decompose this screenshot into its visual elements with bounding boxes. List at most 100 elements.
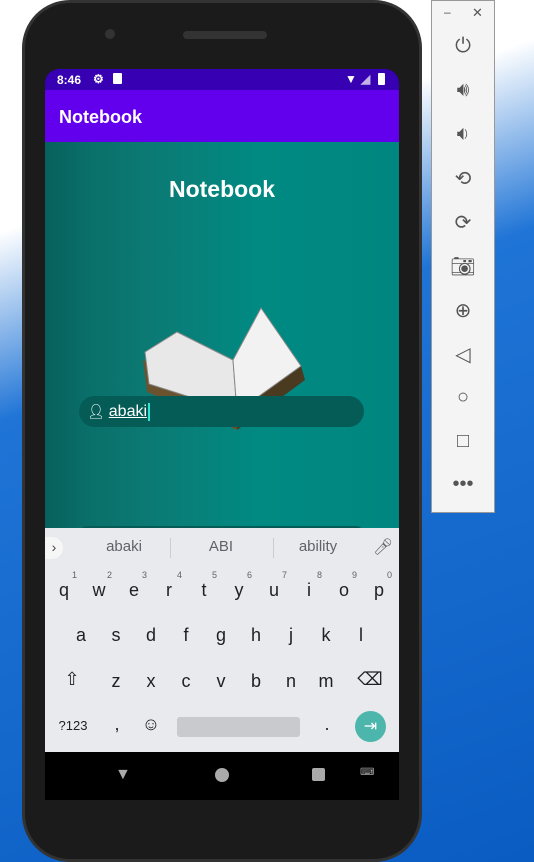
key-i[interactable]: i8 — [294, 570, 324, 601]
key-k[interactable]: k — [311, 625, 341, 646]
back-icon[interactable]: ◁ — [432, 342, 494, 367]
camera-lens — [105, 29, 115, 39]
login-content: Notebook 👤︎ abaki — [45, 142, 399, 536]
minimize-button[interactable]: – — [444, 5, 451, 19]
key-label: w — [92, 580, 106, 600]
period-key[interactable]: . — [312, 714, 342, 735]
key-s[interactable]: s — [101, 625, 131, 646]
signal-icon: ◢ — [361, 72, 371, 86]
rotate-right-icon[interactable]: ⟳ — [432, 210, 494, 235]
key-label: v — [216, 671, 226, 691]
key-label: r — [166, 580, 172, 600]
rotate-left-icon[interactable]: ⟲ — [432, 166, 494, 191]
emulator-side-panel: – ✕ ⏻ 🔊︎ 🔉︎ ⟲ ⟳ 📷︎ ⊕ ◁ ○ □ ••• — [431, 0, 495, 513]
key-p[interactable]: p0 — [364, 570, 394, 601]
symbols-key[interactable]: ?123 — [55, 718, 91, 733]
key-j[interactable]: j — [276, 625, 306, 646]
zoom-icon[interactable]: ⊕ — [432, 298, 494, 323]
close-button[interactable]: ✕ — [472, 5, 483, 21]
overview-icon[interactable]: □ — [432, 430, 494, 453]
key-hint: 7 — [281, 570, 287, 580]
key-c[interactable]: c — [171, 671, 201, 692]
key-t[interactable]: t5 — [189, 570, 219, 601]
key-f[interactable]: f — [171, 625, 201, 646]
power-icon[interactable]: ⏻ — [432, 35, 494, 58]
key-hint: 0 — [386, 570, 392, 580]
settings-icon: ⚙ — [93, 72, 104, 86]
key-label: p — [373, 580, 384, 600]
more-icon[interactable]: ••• — [432, 473, 494, 496]
shift-key[interactable]: ⇧ — [57, 669, 87, 690]
nav-recents-icon[interactable] — [312, 768, 325, 781]
key-hint: 6 — [246, 570, 252, 580]
status-time: 8:46 — [57, 73, 82, 87]
soft-keyboard: › abaki ABI ability 🎤︎ q1w2e3r4t5y6u7i8o… — [45, 528, 399, 752]
battery-icon — [378, 73, 385, 85]
key-label: t — [201, 580, 207, 600]
key-label: m — [318, 671, 334, 691]
microphone-icon[interactable]: 🎤︎ — [373, 537, 393, 557]
home-icon[interactable]: ○ — [432, 386, 494, 409]
navigation-bar: ▼ ⌨ — [45, 752, 399, 800]
suggestion[interactable]: ability — [273, 538, 363, 555]
key-label: b — [250, 671, 261, 691]
app-title: Notebook — [59, 107, 142, 127]
key-e[interactable]: e3 — [119, 570, 149, 601]
volume-up-icon[interactable]: 🔊︎ — [432, 79, 494, 102]
suggestion[interactable]: abaki — [79, 538, 169, 555]
nav-home-icon[interactable] — [215, 768, 229, 782]
key-label: g — [215, 625, 226, 645]
emoji-icon[interactable]: ☺ — [136, 714, 166, 735]
speaker-grille — [183, 31, 267, 39]
person-icon: 👤︎ — [87, 403, 105, 419]
key-label: n — [285, 671, 296, 691]
key-w[interactable]: w2 — [84, 570, 114, 601]
key-o[interactable]: o9 — [329, 570, 359, 601]
key-r[interactable]: r4 — [154, 570, 184, 601]
key-g[interactable]: g — [206, 625, 236, 646]
key-label: l — [359, 625, 363, 645]
key-x[interactable]: x — [136, 671, 166, 692]
key-n[interactable]: n — [276, 671, 306, 692]
key-hint: 3 — [141, 570, 147, 580]
key-label: e — [128, 580, 139, 600]
app-bar: Notebook — [45, 90, 399, 142]
divider — [170, 538, 171, 558]
key-u[interactable]: u7 — [259, 570, 289, 601]
suggestion[interactable]: ABI — [176, 538, 266, 555]
key-label: x — [146, 671, 156, 691]
key-h[interactable]: h — [241, 625, 271, 646]
status-bar: 8:46 ⚙ ▼ ◢ — [45, 69, 399, 90]
key-hint: 2 — [106, 570, 112, 580]
expand-chevron-icon[interactable]: › — [45, 537, 63, 559]
key-m[interactable]: m — [311, 671, 341, 692]
camera-icon[interactable]: 📷︎ — [432, 254, 494, 279]
key-v[interactable]: v — [206, 671, 236, 692]
volume-down-icon[interactable]: 🔉︎ — [432, 123, 494, 146]
comma-key[interactable]: , — [102, 714, 132, 735]
key-label: o — [338, 580, 349, 600]
key-label: z — [111, 671, 121, 691]
key-hint: 5 — [211, 570, 217, 580]
nav-back-icon[interactable]: ▼ — [115, 766, 131, 784]
enter-key[interactable]: ⇥ — [355, 711, 386, 742]
key-label: f — [183, 625, 189, 645]
key-l[interactable]: l — [346, 625, 376, 646]
key-label: q — [58, 580, 69, 600]
key-d[interactable]: d — [136, 625, 166, 646]
key-hint: 1 — [71, 570, 77, 580]
space-key[interactable] — [177, 717, 300, 737]
key-hint: 4 — [176, 570, 182, 580]
username-input[interactable]: 👤︎ abaki — [79, 396, 364, 427]
backspace-key[interactable]: ⌫ — [355, 669, 385, 690]
key-a[interactable]: a — [66, 625, 96, 646]
phone-screen: 8:46 ⚙ ▼ ◢ Notebook Notebook 👤︎ abaki › … — [45, 69, 399, 800]
key-y[interactable]: y6 — [224, 570, 254, 601]
key-label: k — [321, 625, 331, 645]
key-b[interactable]: b — [241, 671, 271, 692]
key-q[interactable]: q1 — [49, 570, 79, 601]
keyboard-switch-icon[interactable]: ⌨ — [360, 767, 374, 778]
key-label: y — [234, 580, 244, 600]
key-label: u — [268, 580, 279, 600]
key-z[interactable]: z — [101, 671, 131, 692]
